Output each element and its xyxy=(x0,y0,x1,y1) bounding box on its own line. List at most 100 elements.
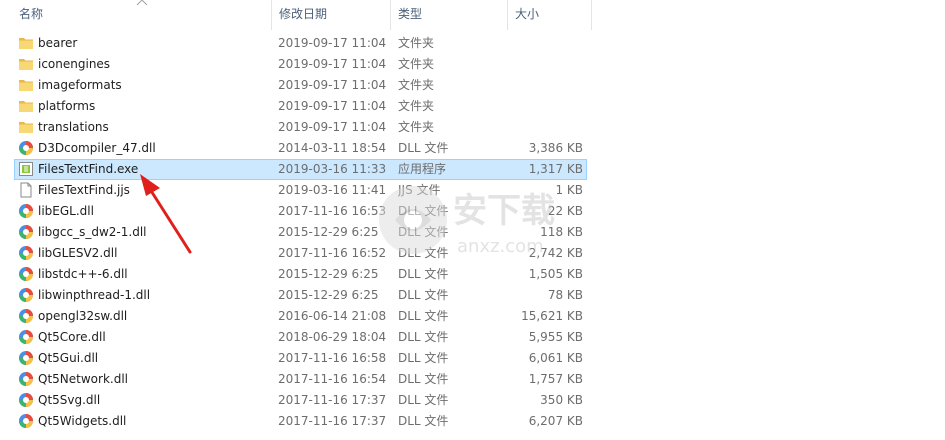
file-row[interactable]: D3Dcompiler_47.dll 2014-03-11 18:54 DLL 文件… xyxy=(0,138,945,159)
file-date: 2019-09-17 11:04 xyxy=(278,57,387,71)
column-name[interactable]: 名称 xyxy=(12,0,270,30)
file-date: 2019-09-17 11:04 xyxy=(278,99,387,113)
file-type: DLL 文件 xyxy=(398,288,449,302)
file-name: libEGL.dll xyxy=(38,204,94,218)
file-name: translations xyxy=(38,120,109,134)
file-date: 2015-12-29 6:25 xyxy=(278,267,379,281)
file-type: DLL 文件 xyxy=(398,330,449,344)
file-name: imageformats xyxy=(38,78,122,92)
file-name: opengl32sw.dll xyxy=(38,309,128,323)
file-size: 1,317 KB xyxy=(528,162,583,176)
file-date: 2019-03-16 11:41 xyxy=(278,183,387,197)
dll-icon xyxy=(18,266,34,282)
file-size xyxy=(508,33,583,54)
file-type: DLL 文件 xyxy=(398,267,449,281)
file-size: 5,955 KB xyxy=(528,330,583,344)
file-size xyxy=(508,54,583,75)
folder-icon xyxy=(18,77,34,93)
file-name: libGLESV2.dll xyxy=(38,246,118,260)
file-icon xyxy=(18,182,34,198)
file-date: 2015-12-29 6:25 xyxy=(278,288,379,302)
file-row[interactable]: opengl32sw.dll 2016-06-14 21:08 DLL 文件 15,6… xyxy=(0,306,945,327)
file-row[interactable]: platforms 2019-09-17 11:04 文件夹 xyxy=(0,96,945,117)
file-date: 2018-06-29 18:04 xyxy=(278,330,387,344)
file-name: Qt5Gui.dll xyxy=(38,351,99,365)
file-size: 78 KB xyxy=(547,288,583,302)
file-type: DLL 文件 xyxy=(398,414,449,428)
file-row[interactable]: imageformats 2019-09-17 11:04 文件夹 xyxy=(0,75,945,96)
file-type: DLL 文件 xyxy=(398,204,449,218)
column-date-modified[interactable]: 修改日期 xyxy=(272,0,390,30)
file-row[interactable]: Qt5Svg.dll 2017-11-16 17:37 DLL 文件 350 KB xyxy=(0,390,945,411)
dll-icon xyxy=(18,224,34,240)
file-date: 2017-11-16 17:37 xyxy=(278,414,387,428)
file-name: Qt5Core.dll xyxy=(38,330,106,344)
file-row[interactable]: libwinpthread-1.dll 2015-12-29 6:25 DLL 文件… xyxy=(0,285,945,306)
file-size: 350 KB xyxy=(540,393,583,407)
file-type: 应用程序 xyxy=(398,162,447,176)
file-date: 2019-09-17 11:04 xyxy=(278,36,387,50)
file-row[interactable]: Qt5Core.dll 2018-06-29 18:04 DLL 文件 5,955 K… xyxy=(0,327,945,348)
file-row[interactable]: FilesTextFind.exe 2019-03-16 11:33 应用程序 1,3… xyxy=(0,159,945,180)
file-size xyxy=(508,117,583,138)
file-name: Qt5Network.dll xyxy=(38,372,128,386)
dll-icon xyxy=(18,413,34,429)
file-row[interactable]: Qt5Network.dll 2017-11-16 16:54 DLL 文件 1,75… xyxy=(0,369,945,390)
file-type: DLL 文件 xyxy=(398,225,449,239)
file-row[interactable]: iconengines 2019-09-17 11:04 文件夹 xyxy=(0,54,945,75)
file-type: DLL 文件 xyxy=(398,309,449,323)
file-date: 2016-06-14 21:08 xyxy=(278,309,387,323)
file-date: 2019-09-17 11:04 xyxy=(278,78,387,92)
file-row[interactable]: bearer 2019-09-17 11:04 文件夹 xyxy=(0,33,945,54)
file-date: 2017-11-16 16:52 xyxy=(278,246,387,260)
file-size: 6,061 KB xyxy=(528,351,583,365)
file-name: libwinpthread-1.dll xyxy=(38,288,151,302)
column-type[interactable]: 类型 xyxy=(391,0,507,30)
file-type: DLL 文件 xyxy=(398,372,449,386)
file-row[interactable]: FilesTextFind.jjs 2019-03-16 11:41 JJS 文件 1… xyxy=(0,180,945,201)
file-row[interactable]: libstdc++-6.dll 2015-12-29 6:25 DLL 文件 1,50… xyxy=(0,264,945,285)
file-list: bearer 2019-09-17 11:04 文件夹 iconengines 2019… xyxy=(0,33,945,432)
file-size: 1 KB xyxy=(555,183,583,197)
file-name: libstdc++-6.dll xyxy=(38,267,128,281)
column-divider[interactable] xyxy=(591,0,592,30)
file-date: 2019-03-16 11:33 xyxy=(278,162,387,176)
column-header: 名称 修改日期 类型 大小 xyxy=(0,0,945,30)
file-size: 22 KB xyxy=(547,204,583,218)
file-date: 2014-03-11 18:54 xyxy=(278,141,387,155)
file-size: 3,386 KB xyxy=(528,141,583,155)
file-name: Qt5Widgets.dll xyxy=(38,414,127,428)
dll-icon xyxy=(18,245,34,261)
file-name: Qt5Svg.dll xyxy=(38,393,101,407)
file-type: 文件夹 xyxy=(398,99,435,113)
file-type: DLL 文件 xyxy=(398,351,449,365)
file-size: 2,742 KB xyxy=(528,246,583,260)
file-row[interactable]: libEGL.dll 2017-11-16 16:53 DLL 文件 22 KB xyxy=(0,201,945,222)
file-row[interactable]: Qt5Widgets.dll 2017-11-16 17:37 DLL 文件 6,20… xyxy=(0,411,945,432)
dll-icon xyxy=(18,203,34,219)
file-date: 2017-11-16 17:37 xyxy=(278,393,387,407)
file-row[interactable]: translations 2019-09-17 11:04 文件夹 xyxy=(0,117,945,138)
folder-icon xyxy=(18,35,34,51)
file-name: D3Dcompiler_47.dll xyxy=(38,141,156,155)
file-row[interactable]: Qt5Gui.dll 2017-11-16 16:58 DLL 文件 6,061 KB xyxy=(0,348,945,369)
file-date: 2015-12-29 6:25 xyxy=(278,225,379,239)
file-name: iconengines xyxy=(38,57,111,71)
file-row[interactable]: libGLESV2.dll 2017-11-16 16:52 DLL 文件 2,742… xyxy=(0,243,945,264)
column-size[interactable]: 大小 xyxy=(508,0,591,30)
file-name: bearer xyxy=(38,36,78,50)
dll-icon xyxy=(18,350,34,366)
file-explorer: 名称 修改日期 类型 大小 bearer 2019-09-17 11:04 文件夹 i… xyxy=(0,0,945,440)
file-type: DLL 文件 xyxy=(398,246,449,260)
file-type: DLL 文件 xyxy=(398,141,449,155)
file-row[interactable]: libgcc_s_dw2-1.dll 2015-12-29 6:25 DLL 文件 1… xyxy=(0,222,945,243)
dll-icon xyxy=(18,329,34,345)
exe-icon xyxy=(18,161,34,177)
file-type: 文件夹 xyxy=(398,120,435,134)
file-name: FilesTextFind.jjs xyxy=(38,183,130,197)
file-size xyxy=(508,96,583,117)
dll-icon xyxy=(18,308,34,324)
file-size: 6,207 KB xyxy=(528,414,583,428)
file-name: FilesTextFind.exe xyxy=(38,162,139,176)
dll-icon xyxy=(18,287,34,303)
